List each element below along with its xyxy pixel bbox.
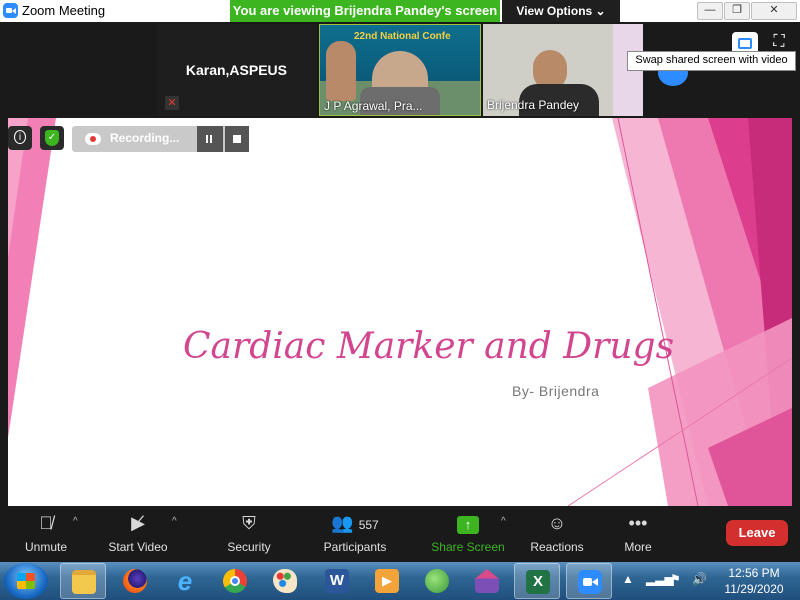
close-button[interactable]: ✕ <box>751 2 797 20</box>
zoom-taskbar-icon[interactable] <box>566 563 612 599</box>
volume-icon[interactable]: 🔊 <box>692 572 707 586</box>
window-title: Zoom Meeting <box>22 3 106 18</box>
self-video-tile[interactable]: Karan,ASPEUS ✕ <box>157 24 317 116</box>
shared-screen <box>8 118 792 506</box>
slide-title: Cardiac Marker and Drugs <box>183 326 675 367</box>
share-screen-label: Share Screen <box>431 540 505 554</box>
person-figure <box>326 41 356 101</box>
reactions-button[interactable]: ☺ Reactions <box>524 506 590 562</box>
file-explorer-icon[interactable] <box>60 563 106 599</box>
clock-time: 12:56 PM <box>728 566 780 580</box>
share-screen-button[interactable]: ↑ Share Screen <box>428 506 508 562</box>
banner-text: 22nd National Confe <box>354 31 451 42</box>
self-participant-name: Karan,ASPEUS <box>185 62 287 78</box>
video-off-icon: ▶̸ <box>131 513 145 533</box>
start-menu-button[interactable] <box>4 563 48 599</box>
mic-muted-icon: ✕ <box>165 96 179 110</box>
start-video-button[interactable]: ▶̸ Start Video <box>98 506 178 562</box>
firefox-icon[interactable] <box>112 563 158 599</box>
chrome-icon[interactable] <box>212 563 258 599</box>
slide-decoration <box>8 118 792 506</box>
restore-button[interactable]: ❐ <box>724 2 750 20</box>
mic-muted-icon: 🎙̸ <box>39 513 53 533</box>
stop-recording-button[interactable] <box>225 126 249 152</box>
start-video-label: Start Video <box>108 540 168 554</box>
leave-button[interactable]: Leave <box>726 520 788 546</box>
recording-label: Recording... <box>110 131 180 145</box>
internet-explorer-icon[interactable]: e <box>162 563 208 599</box>
network-globe-icon[interactable] <box>414 563 460 599</box>
action-center-flag-icon[interactable]: ⚑ <box>670 572 681 586</box>
share-options-caret-icon[interactable]: ^ <box>501 516 506 527</box>
security-button[interactable]: ⛨ Security <box>214 506 284 562</box>
shield-icon: ⛨ <box>242 513 256 533</box>
participants-label: Participants <box>323 540 387 554</box>
participants-count: 557 <box>358 518 379 532</box>
share-screen-icon-wrap: ↑ <box>428 512 508 534</box>
participants-icon: 👥 557 <box>331 513 379 533</box>
recording-indicator: Recording... <box>72 126 249 152</box>
smiley-plus-icon: ☺ <box>547 513 567 533</box>
meeting-toolbar: 🎙̸ Unmute ^ ▶̸ Start Video ^ ⛨ Security … <box>0 506 800 562</box>
show-hidden-icons-icon[interactable]: ▲ <box>622 572 634 586</box>
paint-icon[interactable] <box>262 563 308 599</box>
system-clock[interactable]: 12:56 PM 11/29/2020 <box>712 565 796 597</box>
info-icon[interactable] <box>8 126 32 150</box>
more-button[interactable]: ••• More <box>612 506 664 562</box>
cloud-record-icon <box>85 133 101 145</box>
share-screen-icon: ↑ <box>457 516 479 534</box>
security-label: Security <box>227 540 271 554</box>
word-icon[interactable]: W <box>314 563 360 599</box>
more-dots-icon: ••• <box>628 513 648 533</box>
more-label: More <box>624 540 652 554</box>
unmute-button[interactable]: 🎙̸ Unmute <box>10 506 82 562</box>
zoom-logo-icon <box>3 3 18 18</box>
video-options-caret-icon[interactable]: ^ <box>172 516 177 527</box>
reactions-label: Reactions <box>530 540 584 554</box>
participant-video-tile[interactable]: 22nd National Confe J P Agrawal, Pra... <box>319 24 481 116</box>
participant-name: J P Agrawal, Pra... <box>324 99 423 113</box>
fullscreen-icon[interactable]: ⛶ <box>770 33 788 51</box>
participant-name: Brijendra Pandey <box>487 98 580 112</box>
house-icon[interactable] <box>464 563 510 599</box>
minimize-button[interactable]: — <box>697 2 723 20</box>
shield-icon[interactable] <box>40 126 64 150</box>
excel-icon[interactable]: X <box>514 563 560 599</box>
view-options-button[interactable]: View Options ⌄ <box>502 0 620 22</box>
audio-options-caret-icon[interactable]: ^ <box>73 516 78 527</box>
unmute-label: Unmute <box>24 540 68 554</box>
pause-recording-button[interactable] <box>197 126 223 152</box>
media-player-icon[interactable]: ▶ <box>364 563 410 599</box>
tooltip: Swap shared screen with video <box>627 51 796 71</box>
slide-author: By- Brijendra <box>512 383 600 399</box>
participants-button[interactable]: 👥 557 Participants <box>316 506 394 562</box>
presenter-video-tile[interactable]: Brijendra Pandey <box>483 24 643 116</box>
clock-date: 11/29/2020 <box>724 582 784 596</box>
viewing-screen-banner: You are viewing Brijendra Pandey's scree… <box>230 0 500 22</box>
